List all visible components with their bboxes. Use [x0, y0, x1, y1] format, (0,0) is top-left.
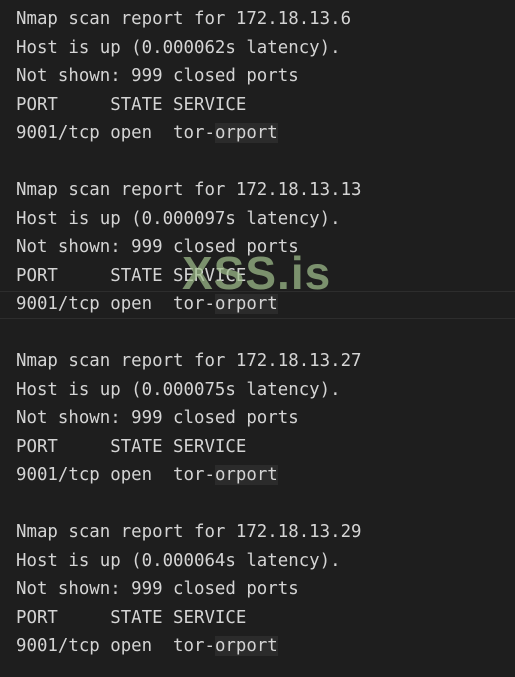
port-row: 9001/tcp open tor-orport: [16, 119, 515, 148]
scan-report-block: Nmap scan report for 172.18.13.27 Host i…: [16, 347, 515, 490]
host-status: Host is up (0.000097s latency).: [16, 208, 341, 229]
scan-report-block: Nmap scan report for 172.18.13.6 Host is…: [16, 5, 515, 148]
report-header: Nmap scan report for 172.18.13.27: [16, 351, 362, 371]
port-row-text: 9001/tcp open tor-: [16, 123, 215, 143]
report-header: Nmap scan report for 172.18.13.13: [16, 180, 362, 200]
port-row: 9001/tcp open tor-orport: [16, 632, 515, 661]
highlighted-term: orport: [214, 636, 278, 656]
not-shown-summary: Not shown: 999 closed ports: [16, 408, 299, 428]
port-table-header: PORT STATE SERVICE: [16, 607, 247, 628]
report-header: Nmap scan report for 172.18.13.6: [16, 9, 352, 29]
port-table-header: PORT STATE SERVICE: [16, 94, 247, 115]
host-status: Host is up (0.000064s latency).: [16, 550, 341, 571]
port-row-text: 9001/tcp open tor-: [16, 294, 215, 314]
host-status: Host is up (0.000075s latency).: [16, 379, 341, 400]
highlighted-term: orport: [214, 465, 278, 485]
not-shown-summary: Not shown: 999 closed ports: [16, 237, 299, 257]
report-header: Nmap scan report for 172.18.13.29: [16, 522, 362, 542]
scan-report-block: Nmap scan report for 172.18.13.13 Host i…: [16, 176, 515, 319]
not-shown-summary: Not shown: 999 closed ports: [16, 66, 299, 86]
host-status: Host is up (0.000062s latency).: [16, 37, 341, 58]
port-row: 9001/tcp open tor-orport: [16, 461, 515, 490]
highlighted-term: orport: [214, 294, 278, 314]
not-shown-summary: Not shown: 999 closed ports: [16, 579, 299, 599]
port-row-text: 9001/tcp open tor-: [16, 465, 215, 485]
port-row: 9001/tcp open tor-orport: [16, 290, 515, 319]
port-table-header: PORT STATE SERVICE: [16, 436, 247, 457]
port-row-text: 9001/tcp open tor-: [16, 636, 215, 656]
terminal-output[interactable]: Nmap scan report for 172.18.13.6 Host is…: [0, 0, 515, 677]
port-table-header: PORT STATE SERVICE: [16, 265, 247, 286]
highlighted-term: orport: [214, 123, 278, 143]
scan-report-block: Nmap scan report for 172.18.13.29 Host i…: [16, 518, 515, 661]
